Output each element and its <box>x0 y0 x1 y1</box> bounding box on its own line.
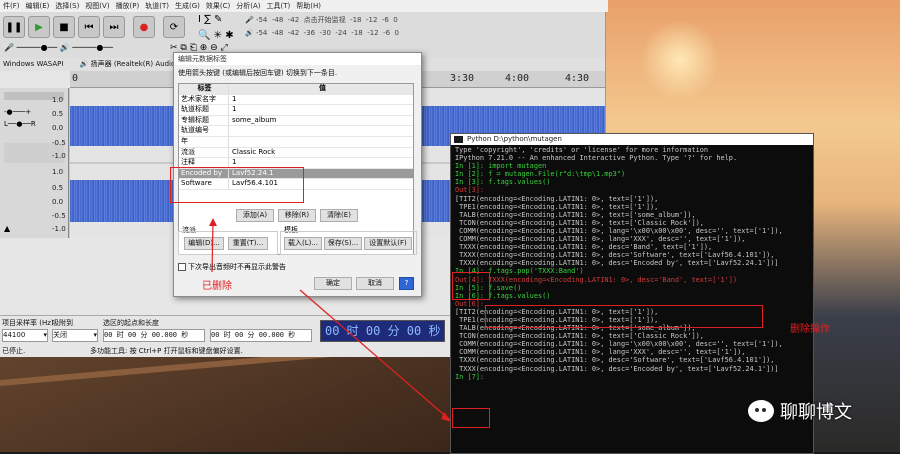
console-line: In [7]: <box>455 372 485 381</box>
console-line: TXXX(encoding=<Encoding.LATIN1: 0>, desc… <box>455 251 775 260</box>
arrow-line <box>211 221 214 273</box>
console-line: In [4]: f.tags.pop('TXXX:Band') <box>455 267 584 276</box>
console-title: Python D:\python\mutagen <box>467 135 562 143</box>
console-line: TPE1(encoding=<Encoding.LATIN1: 0>, text… <box>455 202 659 211</box>
console-line: TXXX(encoding=<Encoding.LATIN1: 0>, desc… <box>455 356 775 365</box>
console-line: In [1]: import mutagen <box>455 162 547 171</box>
console-line: COMM(encoding=<Encoding.LATIN1: 0>, lang… <box>455 348 746 357</box>
console-line: In [6]: f.tags.values() <box>455 291 551 300</box>
watermark-text: 聊聊博文 <box>780 402 852 423</box>
pop-command-highlight-box <box>485 305 763 328</box>
console-line: In [2]: f = mutagen.File(r"d:\tmp\1.mp3"… <box>455 170 626 179</box>
console-line: In [5]: f.save() <box>455 283 522 292</box>
console-titlebar: Python D:\python\mutagen <box>451 134 813 145</box>
console-line: In [3]: f.tags.values() <box>455 178 551 187</box>
txxx-after-highlight-box <box>452 408 490 428</box>
console-line: TALB(encoding=<Encoding.LATIN1: 0>, text… <box>455 210 696 219</box>
txxx-highlight-box <box>452 272 490 300</box>
console-line: COMM(encoding=<Encoding.LATIN1: 0>, lang… <box>455 235 746 244</box>
console-line: TCON(encoding=<Encoding.LATIN1: 0>, text… <box>455 332 704 341</box>
console-line: Type 'copyright', 'credits' or 'license'… <box>455 146 709 154</box>
console-output[interactable]: Type 'copyright', 'credits' or 'license'… <box>451 145 813 382</box>
console-icon <box>454 136 463 143</box>
console-line: TXXX(encoding=<Encoding.LATIN1: 0>, desc… <box>455 243 713 252</box>
delete-op-annotation: 删除操作 <box>790 324 830 335</box>
console-line: [TIT2(encoding=<Encoding.LATIN1: 0>, tex… <box>455 194 659 203</box>
arrow-line <box>299 289 451 421</box>
console-line: IPython 7.21.0 -- An enhanced Interactiv… <box>455 154 738 163</box>
console-line: COMM(encoding=<Encoding.LATIN1: 0>, lang… <box>455 226 783 235</box>
console-line: TXXX(encoding=<Encoding.LATIN1: 0>, desc… <box>455 259 779 268</box>
console-line: TXXX(encoding=<Encoding.LATIN1: 0>, desc… <box>455 364 779 373</box>
arrow-head <box>209 218 217 226</box>
console-line: Out[3]: <box>455 186 485 195</box>
console-line: COMM(encoding=<Encoding.LATIN1: 0>, lang… <box>455 340 783 349</box>
wechat-icon <box>748 400 774 422</box>
console-line: Out[4]: TXXX(encoding=<Encoding.LATIN1: … <box>455 275 738 284</box>
console-line: TCON(encoding=<Encoding.LATIN1: 0>, text… <box>455 218 704 227</box>
watermark: 聊聊博文 <box>748 398 852 424</box>
